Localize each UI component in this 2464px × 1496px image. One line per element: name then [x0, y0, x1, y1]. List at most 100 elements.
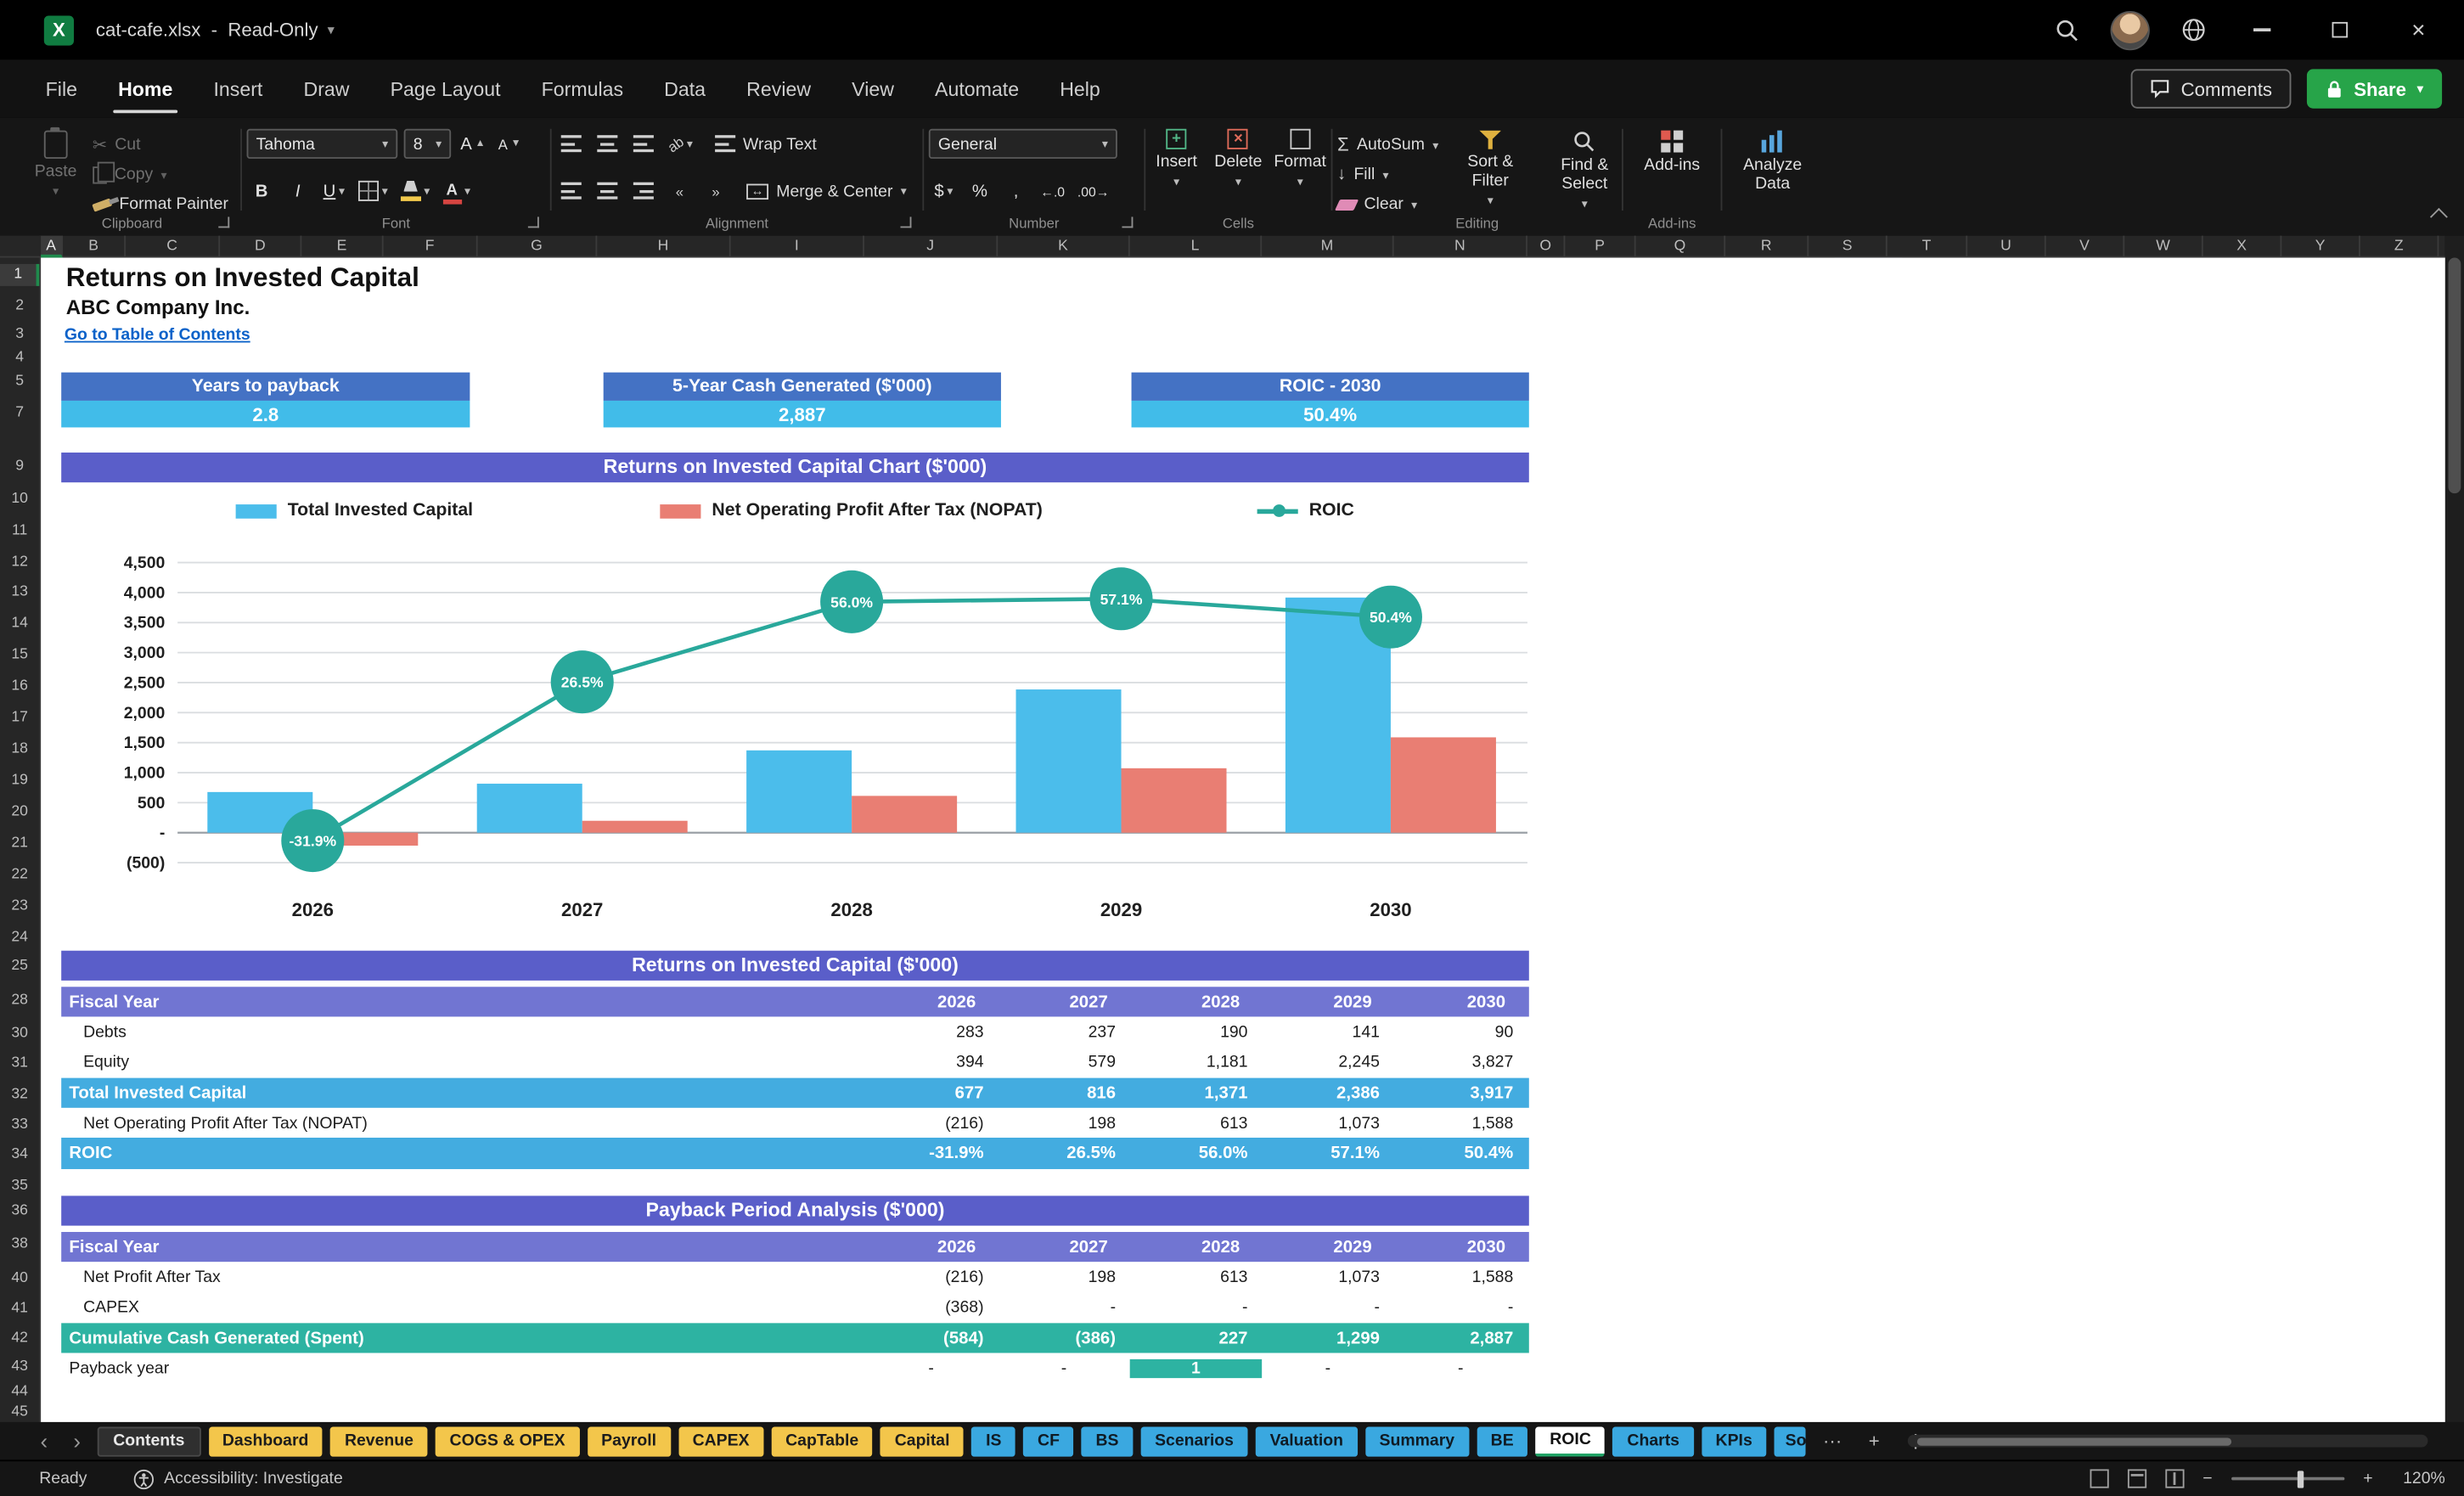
- cell[interactable]: (584): [864, 1329, 998, 1347]
- sheet-tab-capital[interactable]: Capital: [880, 1426, 965, 1456]
- row-header-41[interactable]: 41: [0, 1298, 39, 1320]
- row-header-13[interactable]: 13: [0, 582, 39, 604]
- row-header-12[interactable]: 12: [0, 552, 39, 574]
- column-header-J[interactable]: J: [864, 235, 999, 258]
- cell[interactable]: 198: [998, 1114, 1129, 1133]
- row-header-17[interactable]: 17: [0, 707, 39, 729]
- more-sheets-button[interactable]: ···: [1814, 1430, 1851, 1452]
- vertical-scrollbar[interactable]: [2444, 235, 2464, 1422]
- cell[interactable]: -: [1394, 1298, 1527, 1317]
- sheet-tab-so[interactable]: So: [1774, 1426, 1806, 1456]
- accessibility-status[interactable]: Accessibility: Investigate: [134, 1468, 343, 1489]
- bottom-align-button[interactable]: [628, 129, 658, 159]
- sheet-tab-summary[interactable]: Summary: [1364, 1426, 1469, 1456]
- cell[interactable]: 1,588: [1394, 1268, 1527, 1286]
- font-size-select[interactable]: 8 ▾: [403, 128, 452, 159]
- cell[interactable]: 579: [998, 1053, 1129, 1071]
- cell[interactable]: (386): [998, 1329, 1129, 1347]
- comments-button[interactable]: Comments: [2130, 69, 2292, 109]
- row-header-4[interactable]: 4: [0, 347, 39, 369]
- cell[interactable]: 190: [1130, 1023, 1262, 1042]
- row-header-34[interactable]: 34: [0, 1144, 39, 1166]
- row-label[interactable]: Debts: [61, 1023, 864, 1042]
- row-header-30[interactable]: 30: [0, 1023, 39, 1045]
- cell[interactable]: -: [1262, 1298, 1393, 1317]
- sheet-tab-dashboard[interactable]: Dashboard: [208, 1426, 323, 1456]
- page-break-view-button[interactable]: [2164, 1469, 2185, 1488]
- row-header-9[interactable]: 9: [0, 456, 39, 478]
- cell[interactable]: 2,386: [1262, 1083, 1393, 1102]
- middle-align-button[interactable]: [593, 129, 622, 159]
- analyze-data-button[interactable]: Analyze Data: [1730, 129, 1815, 195]
- cell[interactable]: 1,371: [1130, 1083, 1262, 1102]
- column-header-V[interactable]: V: [2046, 235, 2125, 258]
- collapse-ribbon-icon[interactable]: [2429, 207, 2448, 226]
- row-header-18[interactable]: 18: [0, 739, 39, 761]
- zoom-out-button[interactable]: −: [2202, 1469, 2212, 1488]
- row-header-14[interactable]: 14: [0, 613, 39, 635]
- row-header-15[interactable]: 15: [0, 644, 39, 666]
- align-right-button[interactable]: [628, 176, 658, 205]
- sheet-tab-cogs-opex[interactable]: COGS & OPEX: [435, 1426, 580, 1456]
- cell[interactable]: 2,245: [1262, 1053, 1393, 1071]
- table-header-year[interactable]: 2029: [1262, 993, 1393, 1011]
- orientation-button[interactable]: ab ▾: [665, 129, 696, 159]
- sheet-tab-valuation[interactable]: Valuation: [1255, 1426, 1358, 1456]
- autosum-button[interactable]: Σ AutoSum ▾: [1337, 132, 1438, 157]
- cell[interactable]: 3,827: [1394, 1053, 1527, 1071]
- column-header-H[interactable]: H: [597, 235, 731, 258]
- table-header-year[interactable]: 2030: [1394, 1238, 1527, 1257]
- row-header-32[interactable]: 32: [0, 1084, 39, 1106]
- increase-decimal-button[interactable]: ←.0: [1038, 176, 1068, 205]
- cell[interactable]: 816: [998, 1083, 1129, 1102]
- sort-filter-button[interactable]: Sort & Filter ▾: [1448, 129, 1533, 217]
- avatar[interactable]: [2110, 10, 2150, 50]
- row-header-1[interactable]: 1: [0, 263, 40, 286]
- cells-area[interactable]: Returns on Invested Capital ABC Company …: [41, 257, 2445, 1422]
- zoom-in-button[interactable]: +: [2363, 1469, 2372, 1488]
- row-header-2[interactable]: 2: [0, 295, 39, 318]
- ribbon-tab-help[interactable]: Help: [1039, 59, 1121, 117]
- cell[interactable]: 141: [1262, 1023, 1393, 1042]
- cell[interactable]: -31.9%: [864, 1144, 998, 1163]
- document-title[interactable]: cat-cafe.xlsx - Read-Only: [96, 19, 318, 41]
- cell[interactable]: 227: [1130, 1329, 1262, 1347]
- kpi-value[interactable]: 2.8: [61, 400, 470, 428]
- table-header-year[interactable]: 2030: [1394, 993, 1527, 1011]
- ribbon-tab-automate[interactable]: Automate: [914, 59, 1039, 117]
- cell[interactable]: 90: [1394, 1023, 1527, 1042]
- bold-button[interactable]: B: [247, 176, 277, 205]
- dialog-launcher-icon[interactable]: [1122, 217, 1134, 228]
- row-label[interactable]: Net Profit After Tax: [61, 1268, 864, 1286]
- cell[interactable]: -: [1130, 1298, 1262, 1317]
- cell[interactable]: 283: [864, 1023, 998, 1042]
- page-layout-view-button[interactable]: [2127, 1469, 2146, 1488]
- row-header-31[interactable]: 31: [0, 1053, 39, 1075]
- normal-view-button[interactable]: [2090, 1469, 2109, 1488]
- borders-button[interactable]: ▾: [355, 176, 391, 205]
- column-header-I[interactable]: I: [731, 235, 864, 258]
- sheet-nav-right-button[interactable]: ›: [65, 1428, 90, 1454]
- ribbon-tab-review[interactable]: Review: [726, 59, 831, 117]
- column-header-C[interactable]: C: [126, 235, 221, 258]
- cell[interactable]: 56.0%: [1130, 1144, 1262, 1163]
- maximize-button[interactable]: [2316, 9, 2364, 50]
- cell[interactable]: 613: [1130, 1114, 1262, 1133]
- sheet-tab-revenue[interactable]: Revenue: [330, 1426, 428, 1456]
- toc-link[interactable]: Go to Table of Contents: [65, 325, 250, 344]
- cell[interactable]: 613: [1130, 1268, 1262, 1286]
- ribbon-tab-insert[interactable]: Insert: [193, 59, 283, 117]
- ribbon-tab-home[interactable]: Home: [98, 59, 193, 117]
- row-header-5[interactable]: 5: [0, 371, 39, 393]
- dialog-launcher-icon[interactable]: [218, 217, 230, 228]
- row-label[interactable]: Total Invested Capital: [61, 1083, 864, 1102]
- row-label[interactable]: Cumulative Cash Generated (Spent): [61, 1329, 864, 1347]
- ribbon-tab-draw[interactable]: Draw: [283, 59, 369, 117]
- chevron-down-icon[interactable]: ▾: [328, 21, 335, 38]
- cell[interactable]: 26.5%: [998, 1144, 1129, 1163]
- kpi-value[interactable]: 2,887: [603, 400, 1001, 428]
- sheet-tab-bs[interactable]: BS: [1081, 1426, 1134, 1456]
- clear-button[interactable]: Clear ▾: [1334, 192, 1438, 217]
- sheet-tab-cf[interactable]: CF: [1023, 1426, 1074, 1456]
- cell[interactable]: 2,887: [1394, 1329, 1527, 1347]
